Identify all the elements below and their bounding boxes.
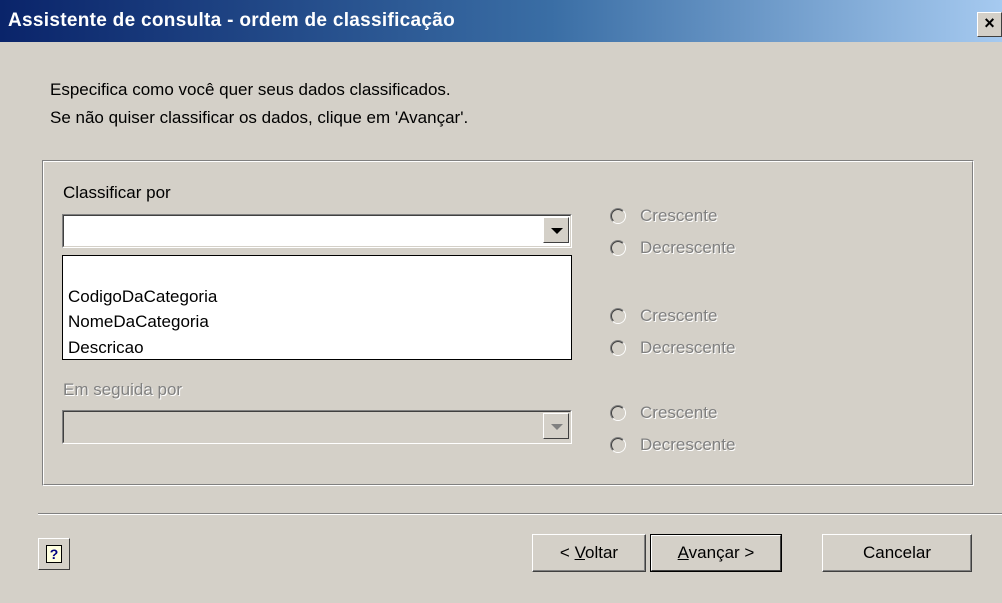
sort-by-label: Classificar por xyxy=(63,183,171,202)
radio-asc-3[interactable] xyxy=(610,405,626,421)
radio-desc-2-label: Decrescente xyxy=(640,338,736,357)
list-item-codigo[interactable]: CodigoDaCategoria xyxy=(68,287,217,307)
radio-asc-3-label: Crescente xyxy=(640,403,718,422)
radio-asc-2-label: Crescente xyxy=(640,306,718,325)
then-by-dropdown-button[interactable] xyxy=(543,413,569,439)
chevron-down-icon xyxy=(551,228,563,234)
title-bar: Assistente de consulta - ordem de classi… xyxy=(0,0,1002,42)
radio-desc-3[interactable] xyxy=(610,437,626,453)
window-title: Assistente de consulta - ordem de classi… xyxy=(8,10,456,31)
radio-asc-1[interactable] xyxy=(610,208,626,224)
next-label: vançar > xyxy=(688,543,755,562)
cancel-button[interactable]: Cancelar xyxy=(822,534,972,572)
list-item-nome[interactable]: NomeDaCategoria xyxy=(68,312,209,332)
instruction-line-1: Especifica como você quer seus dados cla… xyxy=(50,80,451,99)
sort-by-combo[interactable] xyxy=(62,214,572,248)
then-by-combo[interactable] xyxy=(62,410,572,444)
close-icon: × xyxy=(984,13,995,33)
radio-desc-1-label: Decrescente xyxy=(640,238,736,257)
sort-by-dropdown-list[interactable]: CodigoDaCategoria NomeDaCategoria Descri… xyxy=(62,255,572,360)
close-button[interactable]: × xyxy=(977,12,1002,37)
back-label: oltar xyxy=(584,543,619,562)
back-button[interactable]: < Voltar xyxy=(532,534,646,572)
radio-desc-1[interactable] xyxy=(610,240,626,256)
help-button[interactable]: ? xyxy=(38,538,70,570)
help-icon: ? xyxy=(46,545,62,563)
instruction-line-2: Se não quiser classificar os dados, cliq… xyxy=(50,108,469,127)
back-accel: V xyxy=(574,543,585,562)
radio-asc-1-label: Crescente xyxy=(640,206,718,225)
list-item-descricao[interactable]: Descricao xyxy=(68,338,144,358)
radio-desc-3-label: Decrescente xyxy=(640,435,736,454)
next-accel: A xyxy=(677,543,689,562)
radio-desc-2[interactable] xyxy=(610,340,626,356)
next-button[interactable]: Avançar > xyxy=(650,534,782,572)
cancel-label: Cancelar xyxy=(862,543,932,562)
chevron-down-icon xyxy=(551,424,563,430)
back-prefix: < xyxy=(559,543,575,562)
button-separator xyxy=(38,513,1002,515)
radio-asc-2[interactable] xyxy=(610,308,626,324)
then-by-label: Em seguida por xyxy=(63,380,183,399)
sort-by-dropdown-button[interactable] xyxy=(543,217,569,243)
